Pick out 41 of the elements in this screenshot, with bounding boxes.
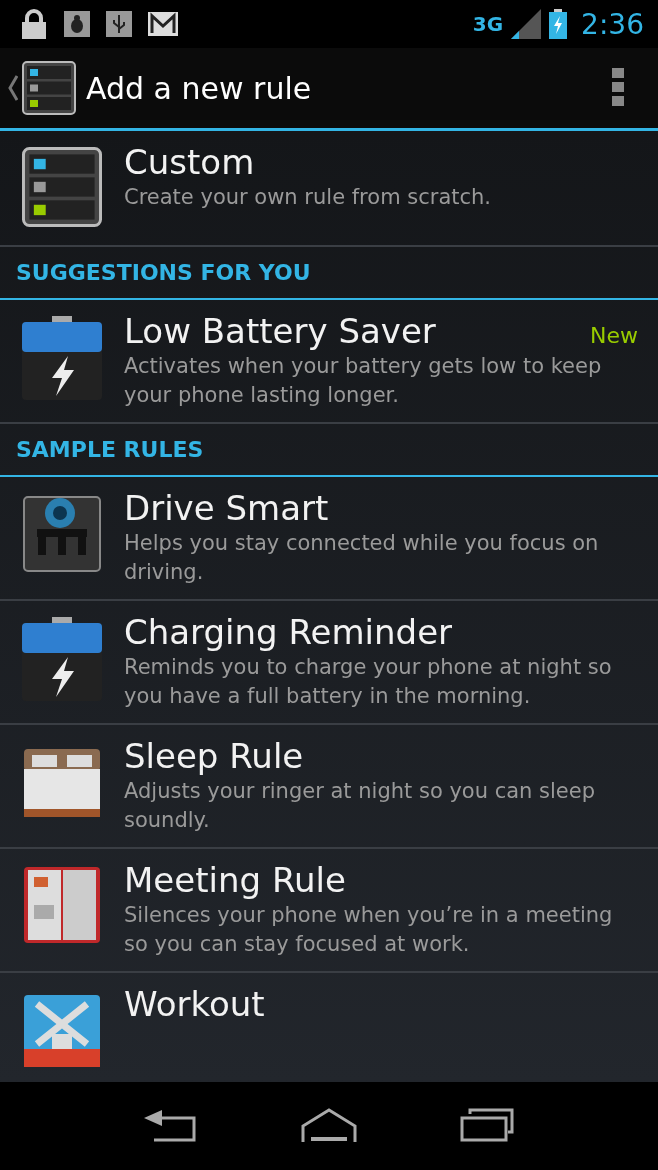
section-header: SAMPLE RULES [0, 424, 658, 477]
rule-title: Drive Smart [124, 487, 329, 529]
rule-description: Reminds you to charge your phone at night so you have a full battery in the morning. [124, 654, 613, 710]
rule-list-item[interactable]: Charging Reminder Reminds you to charge your phone at night so you have a full battery in the morning. [0, 601, 658, 725]
section-header: SUGGESTIONS FOR YOU [0, 247, 658, 300]
usb-icon [106, 11, 132, 37]
rule-list-item[interactable]: Meeting Rule Silences your phone when you’re in a meeting so you can stay focused at work. [0, 849, 658, 973]
rule-description: Adjusts your ringer at night so you can sleep soundly. [124, 778, 597, 834]
signal-icon [511, 9, 542, 39]
calendar-icon [22, 865, 102, 945]
rule-list-item[interactable]: Sleep Rule Adjusts your ringer at night so you can sleep soundly. [0, 725, 658, 849]
battery-icon [549, 9, 568, 39]
clock-time: 2:36 [581, 7, 644, 41]
rule-title: Custom [124, 141, 255, 183]
network-type: 3G [472, 12, 504, 36]
rules-list-icon [22, 147, 102, 227]
new-label: New [590, 323, 638, 348]
rule-description: Helps you stay connected while you focus on driving. [124, 530, 600, 586]
home-icon [301, 1107, 357, 1142]
rule-title: Charging Reminder [124, 611, 453, 653]
rule-title: Workout [124, 983, 265, 1025]
battery-icon [22, 316, 102, 400]
back-caret-icon [8, 75, 18, 101]
rule-list-item[interactable]: Workout [0, 973, 658, 1082]
rule-description: Create your own rule from scratch. [124, 184, 493, 211]
rule-description: Activates when your battery gets low to keep your phone lasting longer. [124, 353, 603, 409]
rule-description: Silences your phone when you’re in a meeting so you can stay focused at work. [124, 902, 614, 958]
battery-icon [22, 617, 102, 701]
overflow-menu-icon [612, 67, 624, 106]
lock-icon [20, 9, 48, 39]
rule-title: Meeting Rule [124, 859, 346, 901]
rule-list-item[interactable]: Drive Smart Helps you stay connected while you focus on driving. [0, 477, 658, 601]
screen-title: Add a new rule [86, 70, 313, 106]
rules-list-icon [22, 61, 76, 115]
recent-apps-icon [460, 1107, 517, 1142]
mail-icon [148, 12, 178, 36]
rule-list-item[interactable]: Custom Create your own rule from scratch. [0, 131, 658, 247]
rule-list-item[interactable]: Low Battery Saver New Activates when your battery gets low to keep your phone lasting longer. [0, 300, 658, 424]
rule-title: Low Battery Saver [124, 310, 436, 352]
back-button[interactable] [8, 61, 76, 115]
rule-title: Sleep Rule [124, 735, 304, 777]
